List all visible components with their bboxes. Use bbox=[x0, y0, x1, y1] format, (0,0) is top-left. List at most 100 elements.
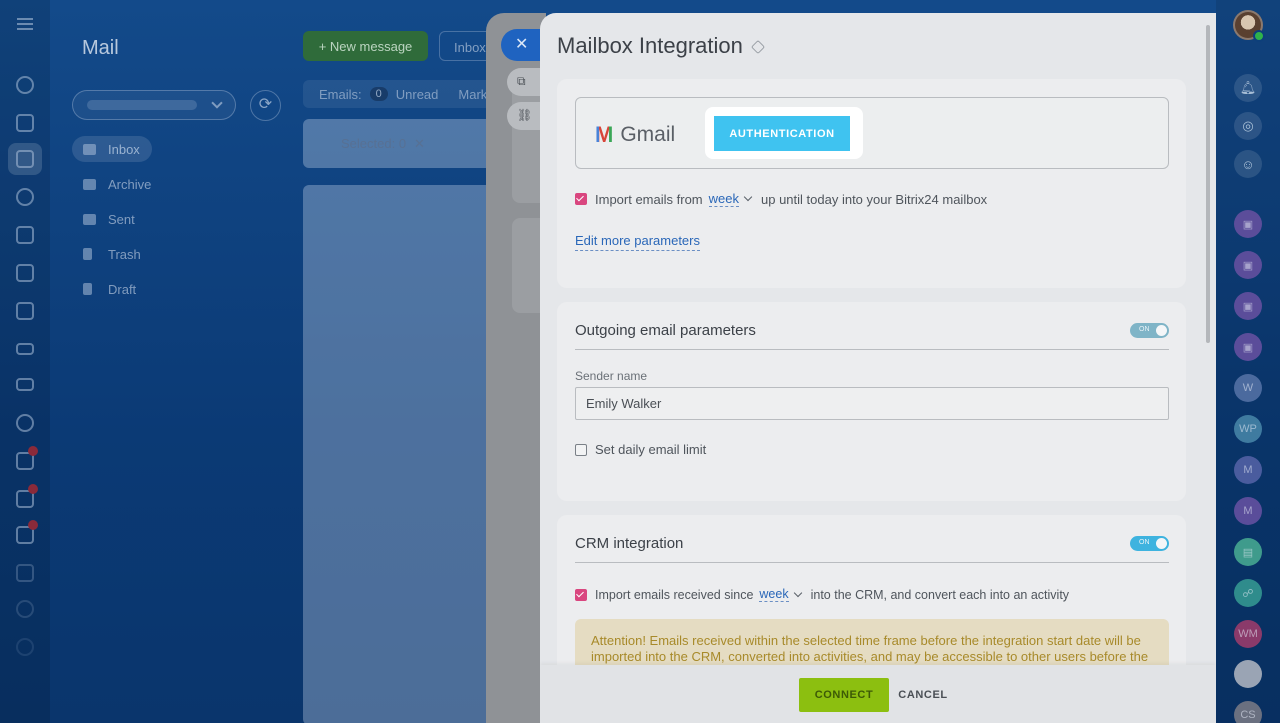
sender-name-label: Sender name bbox=[575, 369, 648, 383]
calendar-icon[interactable] bbox=[16, 226, 34, 244]
settings-icon[interactable] bbox=[16, 188, 34, 206]
chevron-down-icon[interactable] bbox=[743, 192, 753, 202]
daily-limit-label[interactable]: Set daily email limit bbox=[595, 442, 706, 457]
mark-action[interactable]: Mark bbox=[458, 87, 487, 102]
left-rail bbox=[0, 0, 50, 723]
group-chat-icon[interactable]: ☍ bbox=[1234, 579, 1262, 607]
edit-more-parameters-link[interactable]: Edit more parameters bbox=[575, 233, 700, 251]
scrollbar[interactable] bbox=[1206, 25, 1210, 343]
toggle-knob bbox=[1156, 538, 1167, 549]
mail-app-icon[interactable] bbox=[16, 150, 34, 168]
import-emails-checkbox[interactable] bbox=[575, 193, 587, 205]
bell-icon[interactable]: 🔔︎ bbox=[1234, 74, 1262, 102]
recent-avatar[interactable]: W bbox=[1234, 374, 1262, 402]
email-list-panel bbox=[303, 185, 503, 723]
folder-item-sent[interactable]: Sent bbox=[72, 206, 147, 232]
refresh-button[interactable]: ⟳ bbox=[250, 90, 281, 121]
section-title: CRM integration bbox=[575, 535, 684, 552]
feed-icon[interactable] bbox=[16, 76, 34, 94]
recent-avatar[interactable]: CS bbox=[1234, 701, 1262, 723]
folder-label: Draft bbox=[108, 281, 137, 297]
crm-import-checkbox[interactable] bbox=[575, 588, 587, 601]
notification-badge bbox=[28, 484, 38, 494]
section-title: Outgoing email parameters bbox=[575, 322, 756, 339]
folder-item-draft[interactable]: Draft bbox=[72, 276, 148, 302]
toggle-label: ON bbox=[1139, 539, 1150, 546]
clear-selection-icon[interactable]: ✕ bbox=[414, 136, 425, 152]
recent-avatar[interactable]: M bbox=[1234, 456, 1262, 484]
folder-item-archive[interactable]: Archive bbox=[72, 171, 163, 197]
more-icon[interactable] bbox=[16, 638, 34, 656]
daily-limit-row: Set daily email limit bbox=[575, 442, 706, 457]
crm-import-text: Import emails received since bbox=[595, 587, 754, 602]
crm-period-dropdown[interactable]: week bbox=[759, 587, 789, 602]
panel-footer: CONNECT CANCEL bbox=[540, 665, 1216, 723]
sent-icon bbox=[83, 213, 96, 225]
folder-label: Trash bbox=[108, 246, 141, 262]
unread-filter[interactable]: Unread bbox=[396, 87, 439, 102]
document-icon[interactable] bbox=[16, 264, 34, 282]
connect-button[interactable]: CONNECT bbox=[799, 678, 889, 712]
external-link-icon: ⧉ bbox=[517, 74, 526, 88]
mailbox-select[interactable] bbox=[72, 90, 236, 120]
email-counter-bar: Emails: 0 Unread Mark bbox=[303, 80, 503, 108]
chevron-down-icon[interactable] bbox=[793, 588, 802, 597]
folder-item-inbox[interactable]: Inbox bbox=[72, 136, 152, 162]
chat-avatar-icon[interactable]: ▣ bbox=[1234, 210, 1262, 238]
folder-list: Inbox Archive Sent Trash Draft bbox=[72, 136, 272, 311]
pin-icon[interactable] bbox=[750, 39, 766, 55]
mail-title: Mail bbox=[82, 37, 119, 59]
mailbox-name-blurred bbox=[87, 100, 197, 110]
trash-icon bbox=[83, 248, 92, 260]
new-message-button[interactable]: + New message bbox=[303, 31, 428, 61]
envelope-icon[interactable] bbox=[16, 378, 34, 391]
crm-import-row: Import emails received since week into t… bbox=[575, 587, 1069, 602]
marketplace-icon[interactable] bbox=[16, 600, 34, 618]
cancel-button[interactable]: CANCEL bbox=[898, 678, 948, 712]
copy-link-button[interactable]: ⛓ bbox=[507, 102, 543, 130]
divider bbox=[575, 562, 1169, 563]
folder-label: Inbox bbox=[108, 141, 140, 157]
crm-toggle[interactable]: ON bbox=[1130, 536, 1169, 551]
recent-avatar-photo[interactable] bbox=[1234, 660, 1262, 688]
provider-name: Gmail bbox=[620, 123, 676, 146]
provider-box: M Gmail bbox=[575, 97, 1169, 169]
user-avatar[interactable] bbox=[1233, 10, 1265, 42]
crm-import-suffix: into the CRM, and convert each into an a… bbox=[810, 587, 1070, 602]
link-icon: ⛓ bbox=[517, 108, 533, 122]
notification-badge bbox=[28, 520, 38, 530]
recent-avatar[interactable]: M bbox=[1234, 497, 1262, 525]
folder-item-trash[interactable]: Trash bbox=[72, 241, 153, 267]
open-in-new-window-button[interactable]: ⧉ bbox=[507, 68, 543, 96]
authentication-button[interactable]: AUTHENTICATION bbox=[714, 116, 850, 151]
recent-avatar[interactable]: WP bbox=[1234, 415, 1262, 443]
right-rail bbox=[1216, 0, 1280, 723]
chat-avatar-icon[interactable]: ▣ bbox=[1234, 251, 1262, 279]
messenger-icon[interactable]: ☺ bbox=[1234, 150, 1262, 178]
recent-avatar[interactable]: WM bbox=[1234, 620, 1262, 648]
outgoing-email-card: Outgoing email parameters ON Sender name… bbox=[557, 302, 1186, 501]
close-slider-button[interactable]: ✕ bbox=[501, 29, 543, 61]
daily-limit-checkbox[interactable] bbox=[575, 443, 587, 456]
group-chat-icon[interactable]: ▤ bbox=[1234, 538, 1262, 566]
card-icon[interactable] bbox=[16, 343, 34, 355]
inbox-icon bbox=[83, 143, 96, 155]
menu-icon[interactable] bbox=[17, 18, 33, 30]
toggle-label: ON bbox=[1139, 326, 1150, 333]
close-icon: ✕ bbox=[515, 36, 529, 53]
import-emails-row: Import emails from week up until today i… bbox=[575, 191, 987, 207]
chat-icon[interactable] bbox=[16, 114, 34, 132]
period-dropdown[interactable]: week bbox=[708, 191, 739, 207]
crm-icon[interactable] bbox=[16, 302, 34, 320]
sender-name-field[interactable] bbox=[575, 387, 1169, 420]
chat-avatar-icon[interactable]: ▣ bbox=[1234, 292, 1262, 320]
selection-bar: Selected: 0 ✕ bbox=[303, 119, 503, 168]
contacts-icon[interactable] bbox=[16, 414, 34, 432]
schedule-icon[interactable] bbox=[16, 564, 34, 582]
chat-avatar-icon[interactable]: ▣ bbox=[1234, 333, 1262, 361]
outgoing-toggle[interactable]: ON bbox=[1130, 323, 1169, 338]
page-title: Mailbox Integration bbox=[557, 33, 743, 58]
gmail-logo: M Gmail bbox=[595, 123, 675, 147]
draft-icon bbox=[83, 283, 92, 295]
copilot-icon[interactable]: ◎ bbox=[1234, 112, 1262, 140]
